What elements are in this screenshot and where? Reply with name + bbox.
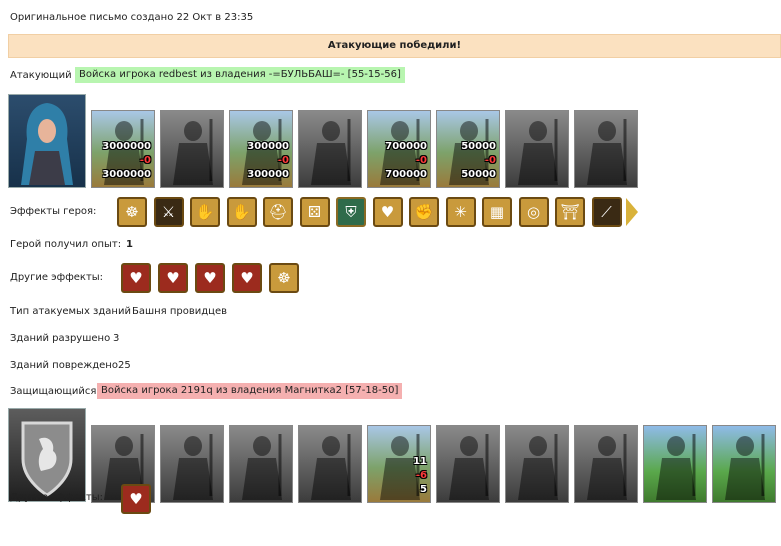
hero-effect-scroll-icon[interactable]: ☸ (117, 197, 147, 227)
angel-unit-icon (587, 434, 627, 500)
unit-remain: 700000 (385, 169, 427, 180)
mage-tower-unit-icon (656, 434, 696, 500)
griffin-unit-icon (311, 119, 351, 185)
unit-lost: -0 (484, 155, 496, 166)
hero-effect-sword-icon[interactable]: ⚔ (153, 197, 184, 227)
defender-unit-4[interactable]: 11 -6 5 (367, 425, 431, 503)
other-effect-heart-sword-icon[interactable]: ♥ (158, 263, 188, 293)
attacker-unit-1[interactable] (160, 110, 224, 188)
attacker-unit-7[interactable] (574, 110, 638, 188)
unit-lost: -6 (415, 470, 427, 481)
attacker-other-effects-label: Другие эффекты: (10, 272, 104, 283)
unit-lost: -0 (277, 155, 289, 166)
attacker-unit-6[interactable] (505, 110, 569, 188)
unit-count: 11 (413, 456, 427, 467)
other-effect-heart-sword-icon[interactable]: ♥ (195, 263, 225, 293)
other-effect-scroll-icon[interactable]: ☸ (269, 263, 299, 293)
unit-count: 700000 (385, 141, 427, 152)
defender-other-effects-label: Другие эффекты: (10, 492, 104, 503)
dark-knight-unit-icon (518, 119, 558, 185)
attacker-unit-3[interactable] (298, 110, 362, 188)
buildings-destroyed-value: 3 (113, 333, 120, 344)
unit-count: 3000000 (102, 141, 151, 152)
angel-unit-icon (587, 119, 627, 185)
defender-unit-3[interactable] (298, 425, 362, 503)
defender-unit-5[interactable] (436, 425, 500, 503)
defender-unit-6[interactable] (505, 425, 569, 503)
unit-remain: 300000 (247, 169, 289, 180)
hero-effect-helmet-icon[interactable]: ⛑ (263, 197, 293, 227)
attacker-hero-portrait[interactable] (8, 94, 86, 188)
hero-effect-heart-hand-icon[interactable]: ♥ (372, 197, 403, 227)
defender-unit-1[interactable] (160, 425, 224, 503)
dark-knight-unit-icon (518, 434, 558, 500)
defender-label: Защищающийся (10, 386, 97, 397)
defender-unit-9[interactable] (712, 425, 776, 503)
effects-next-arrow-icon[interactable] (626, 198, 638, 226)
halberdier-unit-icon (173, 434, 213, 500)
unit-count: 300000 (247, 141, 289, 152)
unit-remain: 3000000 (102, 169, 151, 180)
unit-remain: 50000 (461, 169, 496, 180)
hero-effect-hand-icon[interactable]: ✋ (226, 197, 257, 227)
unit-lost: -0 (139, 155, 151, 166)
attacker-owner[interactable]: Войска игрока redbest из владения -=БУЛЬ… (75, 67, 405, 83)
hero-effect-claw-icon[interactable]: ⟋ (591, 197, 622, 227)
building-type-label: Тип атакуемых зданий (10, 306, 131, 317)
hero-effect-web-icon[interactable]: ✳ (445, 197, 476, 227)
hero-effect-shield-icon[interactable]: ⛨ (336, 197, 366, 227)
other-effect-heart-sword-icon[interactable]: ♥ (121, 263, 151, 293)
unit-count: 50000 (461, 141, 496, 152)
defender-hero-portrait[interactable] (8, 408, 86, 502)
hero-exp-value: 1 (126, 239, 133, 250)
building-type-value: Башня провидцев (132, 306, 228, 317)
hero-effect-barrel-icon[interactable]: ▦ (482, 197, 512, 227)
hero-effect-dice-icon[interactable]: ⚄ (299, 197, 330, 227)
paladin-rider-unit-icon (242, 434, 282, 500)
buildings-damaged-value: 25 (118, 360, 131, 371)
halberdier-unit-icon (173, 119, 213, 185)
defender-unit-7[interactable] (574, 425, 638, 503)
hero-effect-handshake-icon[interactable]: ✋ (190, 197, 220, 227)
attacker-unit-5[interactable]: 50000 -0 50000 (436, 110, 500, 188)
unit-lost: -0 (415, 155, 427, 166)
hooded-archer-icon (21, 103, 73, 185)
attacker-label: Атакующий (10, 70, 72, 81)
defender-unit-2[interactable] (229, 425, 293, 503)
hero-effects-label: Эффекты героя: (10, 206, 97, 217)
mail-created-text: Оригинальное письмо создано 22 Окт в 23:… (10, 12, 254, 23)
battle-result-banner: Атакующие победили! (8, 34, 781, 58)
attacker-unit-2[interactable]: 300000 -0 300000 (229, 110, 293, 188)
defender-owner[interactable]: Войска игрока 2191q из владения Магнитка… (97, 383, 403, 399)
buildings-damaged-label: Зданий повреждено (10, 360, 118, 371)
lion-crest-shield-icon (21, 421, 73, 497)
attacker-unit-0[interactable]: 3000000 -0 3000000 (91, 110, 155, 188)
buildings-destroyed-label: Зданий разрушено (10, 333, 111, 344)
defender-effect-heart-sword-icon[interactable]: ♥ (121, 484, 151, 514)
hero-exp-label: Герой получил опыт: (10, 239, 122, 250)
defender-unit-8[interactable] (643, 425, 707, 503)
mage-tower-unit-icon (725, 434, 765, 500)
hero-effect-fist-icon[interactable]: ✊ (409, 197, 439, 227)
unit-remain: 5 (420, 484, 427, 495)
hero-effect-gate-icon[interactable]: ⛩ (555, 197, 585, 227)
hero-effect-ring-icon[interactable]: ◎ (518, 197, 549, 227)
priest-unit-icon (449, 434, 489, 500)
other-effect-heart-sword-icon[interactable]: ♥ (232, 263, 262, 293)
attacker-unit-4[interactable]: 700000 -0 700000 (367, 110, 431, 188)
griffin-unit-icon (311, 434, 351, 500)
